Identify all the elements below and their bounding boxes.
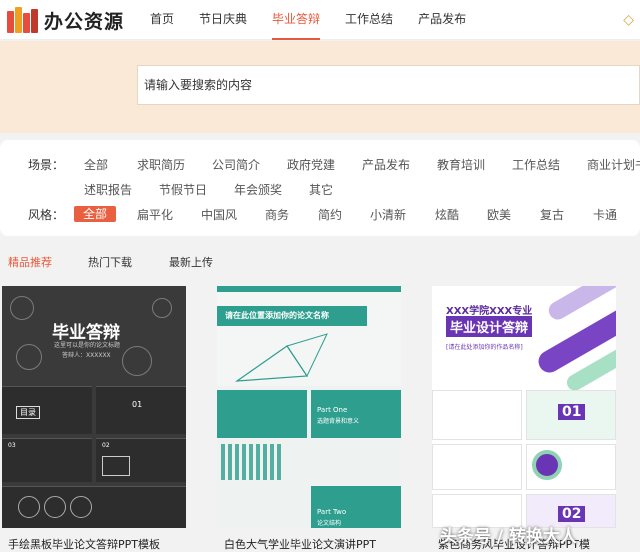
tab-latest[interactable]: 最新上传 [169,254,213,270]
style-business[interactable]: 商务 [265,206,289,223]
search-banner [0,41,640,133]
style-cartoon[interactable]: 卡通 [593,206,617,223]
scene-training[interactable]: 教育培训 [437,156,485,173]
thumb-subtitle: 这里可以是你的论文标题 [54,342,121,349]
filter-panel: 场景： 全部 求职简历 公司简介 政府党建 产品发布 教育培训 工作总结 商业计… [0,140,640,236]
template-card[interactable]: 毕业答辩 这里可以是你的论文标题 答辩人：XXXXXX 目录 01 03 02 [2,286,186,528]
style-label: 风格： [28,208,65,222]
scene-all[interactable]: 全部 [84,156,108,173]
style-simple[interactable]: 简约 [318,206,342,223]
thumb-number: 03 [8,442,16,449]
logo-text: 办公资源 [44,10,125,33]
style-cool[interactable]: 炫酷 [435,206,459,223]
nav-product-launch[interactable]: 产品发布 [418,0,466,40]
thumb-part-two-sub: 论文结构 [317,520,342,527]
chalk-doodle [10,296,34,320]
scene-report[interactable]: 述职报告 [84,181,132,198]
nav-work-summary[interactable]: 工作总结 [345,0,393,40]
style-fresh[interactable]: 小清新 [370,206,406,223]
watermark: 头条号 / 转换大人 [440,527,578,547]
books-logo-icon [6,5,38,35]
thumb-panel [432,390,522,440]
template-card[interactable]: XXX学院XXX专业 毕业设计答辩 [请在此处添加你的作品名称] 01 02 [432,286,616,528]
thumb-part-one: Part One [317,406,348,414]
scene-party[interactable]: 政府党建 [287,156,335,173]
thumb-part-one-sub: 选题背景和意义 [317,418,360,425]
thumb-panel [217,390,307,438]
thumb-panel [96,386,186,434]
chalk-doodle [152,298,172,318]
thumb-part-two: Part Two [317,508,347,516]
people-icons [221,444,281,480]
scene-other[interactable]: 其它 [309,181,333,198]
nav-festival[interactable]: 节日庆典 [199,0,247,40]
diamond-icon[interactable]: ◇ [623,12,634,28]
thumb-number: 01 [558,404,586,420]
thumb-number: 02 [558,506,586,522]
thumb-school: XXX学院XXX专业 [446,306,533,317]
content-tabs: 精品推荐 热门下载 最新上传 [0,254,640,274]
scene-award[interactable]: 年会颁奖 [234,181,282,198]
style-retro[interactable]: 复古 [540,206,564,223]
thumb-heading: 请在此位置添加你的论文名称 [217,306,367,326]
template-thumbnail[interactable]: XXX学院XXX专业 毕业设计答辩 [请在此处添加你的作品名称] 01 02 [432,286,616,528]
circle-chart-icon [532,450,562,480]
scene-holiday[interactable]: 节假节日 [159,181,207,198]
thumb-author: 答辩人：XXXXXX [62,352,111,359]
site-logo[interactable]: 办公资源 [6,4,124,36]
scene-business-plan[interactable]: 商业计划书 [587,156,640,173]
scene-label: 场景： [28,158,65,172]
scene-product[interactable]: 产品发布 [362,156,410,173]
style-all[interactable]: 全部 [74,206,117,222]
style-flat[interactable]: 扁平化 [137,206,173,223]
thumb-panel [311,390,401,438]
scene-company[interactable]: 公司简介 [212,156,260,173]
nav-home[interactable]: 首页 [150,0,174,40]
template-thumbnail[interactable]: 毕业答辩 这里可以是你的论文标题 答辩人：XXXXXX 目录 01 03 02 [2,286,186,528]
top-header: 办公资源 首页 节日庆典 毕业答辩 工作总结 产品发布 ◇ [0,0,640,40]
search-input[interactable] [138,66,639,104]
thumb-number: 01 [132,400,143,409]
style-chinese[interactable]: 中国风 [201,206,237,223]
thumb-main-title: 毕业设计答辩 [446,316,533,337]
scene-summary[interactable]: 工作总结 [512,156,560,173]
scene-resume[interactable]: 求职简历 [137,156,185,173]
template-card[interactable]: 请在此位置添加你的论文名称 Part One 选题背景和意义 Part Two … [217,286,401,528]
card-title[interactable]: 白色大气学业毕业论文演讲PPT [224,536,376,552]
chalk-doodle [16,344,42,370]
search-box [137,65,640,105]
circle-doodle-icon [18,496,40,518]
main-nav: 首页 节日庆典 毕业答辩 工作总结 产品发布 [150,0,491,40]
tab-hot-downloads[interactable]: 热门下载 [88,254,132,270]
paper-plane-icon [234,333,328,382]
nav-graduation[interactable]: 毕业答辩 [272,0,321,40]
chalk-doodle [122,346,152,376]
card-title[interactable]: 手绘黑板毕业论文答辩PPT模板 [8,536,160,552]
thumb-subtitle: [请在此处添加你的作品名称] [446,344,523,351]
circle-doodle-icon [70,496,92,518]
style-western[interactable]: 欧美 [487,206,511,223]
circle-doodle-icon [44,496,66,518]
thumb-number: 02 [102,442,110,449]
thumb-toc: 目录 [16,406,40,419]
template-thumbnail[interactable]: 请在此位置添加你的论文名称 Part One 选题背景和意义 Part Two … [217,286,401,528]
tab-featured[interactable]: 精品推荐 [8,254,52,270]
laptop-doodle-icon [102,456,130,476]
thumb-panel [432,444,522,490]
